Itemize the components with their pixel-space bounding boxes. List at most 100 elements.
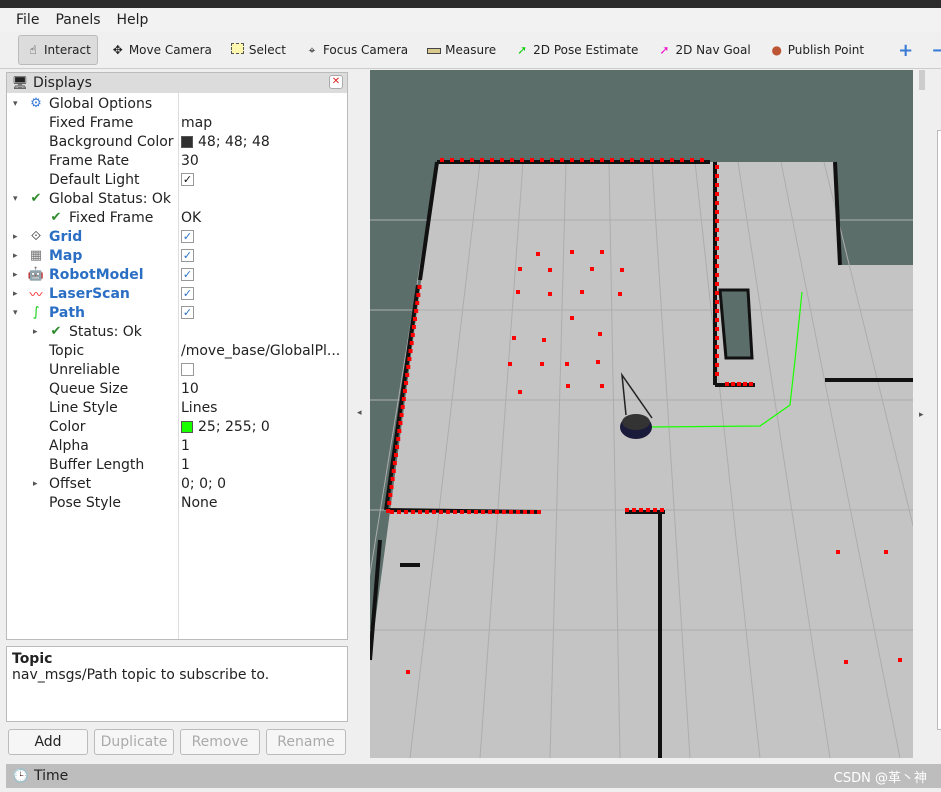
row-value[interactable]: map: [181, 115, 212, 131]
select-tool[interactable]: Select: [224, 35, 292, 65]
display-row-pose-style[interactable]: Pose Style None: [7, 493, 347, 512]
expand-right-icon[interactable]: ▸: [13, 232, 18, 242]
row-value[interactable]: ✓: [181, 306, 194, 319]
close-icon[interactable]: ✕: [329, 75, 343, 89]
robot-model-icon: 🤖: [27, 267, 45, 282]
display-row-offset[interactable]: ▸ Offset 0; 0; 0: [7, 474, 347, 493]
checkbox[interactable]: ✓: [181, 268, 194, 281]
column-divider[interactable]: [178, 93, 179, 639]
laser-point: [495, 510, 499, 514]
display-row-global-status-ok[interactable]: ▾ ✔ Global Status: Ok: [7, 189, 347, 208]
remove-tool-button[interactable]: −: [925, 35, 941, 65]
color-swatch[interactable]: [181, 135, 193, 148]
display-row-fixed-frame[interactable]: ✔ Fixed Frame OK: [7, 208, 347, 227]
display-row-background-color[interactable]: Background Color 48; 48; 48: [7, 132, 347, 151]
measure-tool[interactable]: Measure: [420, 35, 502, 65]
checkbox[interactable]: ✓: [181, 306, 194, 319]
laser-point: [590, 158, 594, 162]
map-scene[interactable]: [339, 70, 941, 759]
add-button[interactable]: Add: [8, 729, 88, 755]
row-value[interactable]: ✓: [181, 230, 194, 243]
row-value[interactable]: /move_base/GlobalPl...: [181, 343, 340, 359]
row-value[interactable]: 30: [181, 153, 199, 169]
display-row-color[interactable]: Color 25; 255; 0: [7, 417, 347, 436]
focus-camera-tool[interactable]: ⌖ Focus Camera: [298, 35, 414, 65]
display-row-unreliable[interactable]: Unreliable: [7, 360, 347, 379]
right-panel-tab[interactable]: [919, 70, 925, 90]
2d-nav-goal-tool[interactable]: ➚ 2D Nav Goal: [650, 35, 756, 65]
display-row-frame-rate[interactable]: Frame Rate 30: [7, 151, 347, 170]
display-row-grid[interactable]: ▸ ⟐ Grid ✓: [7, 227, 347, 246]
expand-right-icon[interactable]: ▸: [13, 289, 18, 299]
laser-point: [389, 485, 394, 489]
rename-button[interactable]: Rename: [266, 729, 346, 755]
checkbox[interactable]: ✓: [181, 287, 194, 300]
display-row-laserscan[interactable]: ▸ 〰 LaserScan ✓: [7, 284, 347, 303]
expand-down-icon[interactable]: ▾: [13, 194, 18, 204]
interact-tool[interactable]: ☝ Interact: [18, 35, 98, 65]
collapse-left-arrow[interactable]: ◂: [357, 408, 362, 418]
3d-render-view[interactable]: [339, 70, 941, 759]
display-row-queue-size[interactable]: Queue Size 10: [7, 379, 347, 398]
publish-point-tool[interactable]: ● Publish Point: [763, 35, 870, 65]
laser-point: [620, 158, 624, 162]
move-camera-tool[interactable]: ✥ Move Camera: [104, 35, 218, 65]
add-tool-button[interactable]: +: [892, 35, 919, 65]
expand-down-icon[interactable]: ▾: [13, 308, 18, 318]
expand-right-icon[interactable]: ▸: [13, 270, 18, 280]
laser-point: [404, 510, 408, 514]
expand-right-icon[interactable]: ▸: [33, 479, 38, 489]
display-row-default-light[interactable]: Default Light ✓: [7, 170, 347, 189]
checkbox[interactable]: ✓: [181, 173, 194, 186]
display-row-robotmodel[interactable]: ▸ 🤖 RobotModel ✓: [7, 265, 347, 284]
expand-right-icon[interactable]: ▸: [13, 251, 18, 261]
row-label-wrap: ✔ Status: Ok: [47, 324, 142, 340]
row-value[interactable]: 1: [181, 457, 190, 473]
display-row-line-style[interactable]: Line Style Lines: [7, 398, 347, 417]
color-swatch[interactable]: [181, 420, 193, 433]
duplicate-button[interactable]: Duplicate: [94, 729, 174, 755]
checkbox[interactable]: [181, 363, 194, 376]
row-value[interactable]: 10: [181, 381, 199, 397]
menu-panels[interactable]: Panels: [47, 12, 108, 28]
row-value[interactable]: ✓: [181, 287, 194, 300]
expand-right-arrow[interactable]: ▸: [919, 410, 924, 420]
menu-file[interactable]: File: [8, 12, 47, 28]
display-row-map[interactable]: ▸ ▦ Map ✓: [7, 246, 347, 265]
expand-down-icon[interactable]: ▾: [13, 99, 18, 109]
row-value[interactable]: Lines: [181, 400, 217, 416]
row-value[interactable]: None: [181, 495, 218, 511]
value-text: 10: [181, 380, 199, 397]
row-value[interactable]: OK: [181, 210, 201, 226]
checkbox[interactable]: ✓: [181, 230, 194, 243]
remove-button[interactable]: Remove: [180, 729, 260, 755]
display-row-fixed-frame[interactable]: Fixed Frame map: [7, 113, 347, 132]
row-value[interactable]: ✓: [181, 249, 194, 262]
row-value[interactable]: ✓: [181, 268, 194, 281]
row-value[interactable]: ✓: [181, 173, 194, 186]
row-value[interactable]: 1: [181, 438, 190, 454]
laser-point: [387, 501, 392, 505]
display-row-global-options[interactable]: ▾ ⚙ Global Options: [7, 94, 347, 113]
row-label-wrap: Background Color: [49, 134, 174, 150]
row-label: Fixed Frame: [49, 114, 134, 131]
display-row-path[interactable]: ▾ ∫ Path ✓: [7, 303, 347, 322]
menu-help[interactable]: Help: [109, 12, 157, 28]
row-value[interactable]: 25; 255; 0: [181, 419, 270, 435]
row-label-wrap: Color: [49, 419, 86, 435]
2d-pose-estimate-tool[interactable]: ➚ 2D Pose Estimate: [508, 35, 644, 65]
laser-point: [639, 508, 643, 512]
display-row-status-ok[interactable]: ▸ ✔ Status: Ok: [7, 322, 347, 341]
row-value[interactable]: [181, 363, 194, 376]
display-row-alpha[interactable]: Alpha 1: [7, 436, 347, 455]
display-row-topic[interactable]: Topic/move_base/GlobalPl...: [7, 341, 347, 360]
laser-point: [632, 508, 636, 512]
display-row-buffer-length[interactable]: Buffer Length 1: [7, 455, 347, 474]
row-value[interactable]: 0; 0; 0: [181, 476, 226, 492]
row-value[interactable]: 48; 48; 48: [181, 134, 270, 150]
expand-right-icon[interactable]: ▸: [33, 327, 38, 337]
value-text: 30: [181, 152, 199, 169]
checkbox[interactable]: ✓: [181, 249, 194, 262]
laser-point: [548, 268, 552, 272]
laser-point: [570, 250, 574, 254]
